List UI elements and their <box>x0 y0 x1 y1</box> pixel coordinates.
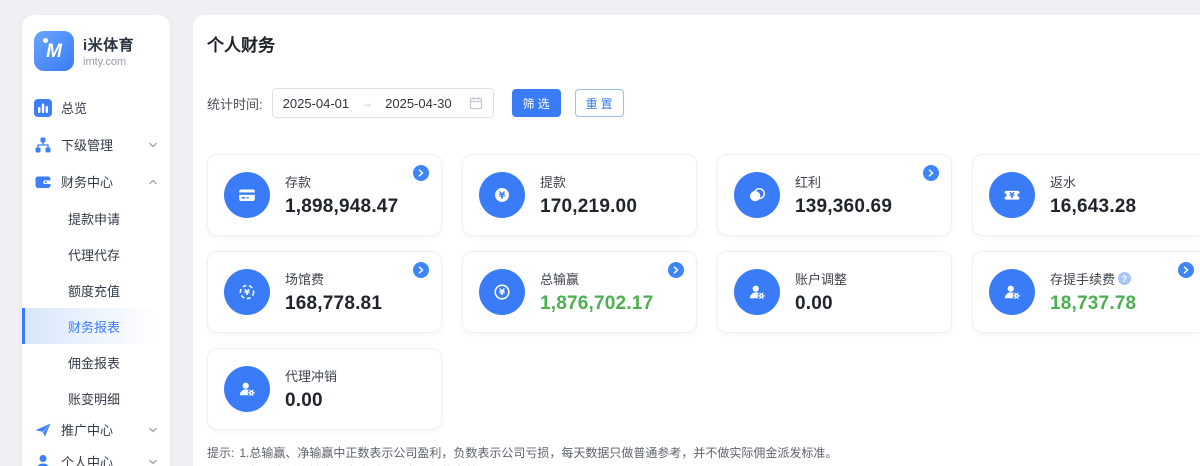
stat-card-venue-fee: ¥ 场馆费 168,778.81 <box>207 251 442 333</box>
start-date[interactable]: 2025-04-01 <box>283 96 350 111</box>
wallet-icon <box>34 173 52 191</box>
sidebar-subitem-4[interactable]: 佣金报表 <box>22 344 170 380</box>
ticket-icon: ¥ <box>989 172 1035 218</box>
brand-logo[interactable]: M i米体育 imty.com <box>22 15 170 81</box>
card-label: 提款 <box>540 172 637 191</box>
sidebar-item-label: 个人中心 <box>61 452 113 466</box>
card-label: 返水 <box>1050 172 1136 191</box>
coin-yen-icon: ¥ <box>479 269 525 315</box>
filter-bar: 统计时间: 2025-04-01 → 2025-04-30 筛选 重置 <box>207 88 1200 118</box>
chevron-down-icon <box>148 457 158 466</box>
card-label: 红利 <box>795 172 892 191</box>
chevron-right-icon[interactable] <box>413 165 429 181</box>
yen-circle-icon: ¥ <box>479 172 525 218</box>
card-value: 139,360.69 <box>795 196 892 218</box>
brand-domain: imty.com <box>83 56 134 68</box>
brand-name: i米体育 <box>83 34 134 55</box>
chevron-down-icon <box>148 140 158 150</box>
stat-card-withdrawal: ¥ 提款 170,219.00 <box>462 154 697 236</box>
stat-card-account-adjustment: 账户调整 0.00 <box>717 251 952 333</box>
tips-lines: 1.总输赢、净输赢中正数表示公司盈利，负数表示公司亏损，每天数据只做普通参考，并… <box>239 444 861 466</box>
sidebar-nav: 总览 下级管理 财务中心 提款申请代理代存额度充值财务报表佣金报表账变明细 <box>22 89 170 466</box>
sidebar-subitem-1[interactable]: 代理代存 <box>22 236 170 272</box>
card-label: 代理冲销 <box>285 366 337 385</box>
sidebar-item-label: 下级管理 <box>61 135 113 154</box>
user-gear-icon <box>734 269 780 315</box>
sidebar-item-label: 财务中心 <box>61 172 113 191</box>
tips: 提示: 1.总输赢、净输赢中正数表示公司盈利，负数表示公司亏损，每天数据只做普通… <box>207 444 1200 466</box>
svg-text:¥: ¥ <box>499 190 506 201</box>
coins-icon <box>734 172 780 218</box>
card-value: 168,778.81 <box>285 293 382 315</box>
card-value: 0.00 <box>795 293 847 315</box>
bar-chart-icon <box>34 99 52 117</box>
chevron-up-icon <box>148 177 158 187</box>
sidebar: M i米体育 imty.com 总览 下级管理 财务中心 <box>22 15 170 466</box>
help-icon[interactable]: ? <box>1118 272 1131 285</box>
chevron-right-icon[interactable] <box>923 165 939 181</box>
stat-card-bonus: 红利 139,360.69 <box>717 154 952 236</box>
bank-card-icon <box>224 172 270 218</box>
stat-card-rebate: ¥ 返水 16,643.28 <box>972 154 1200 236</box>
brand-logo-icon: M <box>34 31 74 71</box>
calendar-icon <box>469 96 483 110</box>
stat-cards: 存款 1,898,948.47 ¥ 提款 170,219.00 红利 139,360.69 ¥… <box>207 154 1200 430</box>
sidebar-item-subordinate[interactable]: 下级管理 <box>22 126 170 163</box>
sidebar-subitem-2[interactable]: 额度充值 <box>22 272 170 308</box>
card-value: 0.00 <box>285 390 337 412</box>
filter-label: 统计时间: <box>207 94 263 113</box>
tip-line: 1.总输赢、净输赢中正数表示公司盈利，负数表示公司亏损，每天数据只做普通参考，并… <box>239 444 861 463</box>
chevron-down-icon <box>148 425 158 435</box>
paper-plane-icon <box>34 421 52 439</box>
reset-button[interactable]: 重置 <box>575 89 624 117</box>
main-content: 个人财务 统计时间: 2025-04-01 → 2025-04-30 筛选 重置… <box>193 15 1200 466</box>
date-range-input[interactable]: 2025-04-01 → 2025-04-30 <box>272 88 494 118</box>
sidebar-item-overview[interactable]: 总览 <box>22 89 170 126</box>
sitemap-icon <box>34 136 52 154</box>
card-label: 场馆费 <box>285 269 382 288</box>
range-arrow-icon: → <box>361 96 373 110</box>
end-date[interactable]: 2025-04-30 <box>385 96 452 111</box>
page-title: 个人财务 <box>207 31 1200 56</box>
sidebar-subitem-0[interactable]: 提款申请 <box>22 200 170 236</box>
svg-text:¥: ¥ <box>499 288 505 298</box>
card-label: 账户调整 <box>795 269 847 288</box>
card-value: 16,643.28 <box>1050 196 1136 218</box>
sidebar-item-personal[interactable]: 个人中心 <box>22 443 170 466</box>
card-value: 1,898,948.47 <box>285 196 398 218</box>
chevron-right-icon[interactable] <box>668 262 684 278</box>
sidebar-item-finance[interactable]: 财务中心 <box>22 163 170 200</box>
chevron-right-icon[interactable] <box>413 262 429 278</box>
chevron-right-icon[interactable] <box>1178 262 1194 278</box>
sidebar-item-label: 推广中心 <box>61 420 113 439</box>
sidebar-subitem-3[interactable]: 财务报表 <box>22 308 170 344</box>
finance-submenu: 提款申请代理代存额度充值财务报表佣金报表账变明细 <box>22 200 170 416</box>
stat-card-deposit: 存款 1,898,948.47 <box>207 154 442 236</box>
svg-text:¥: ¥ <box>1009 191 1015 200</box>
card-value: 1,876,702.17 <box>540 293 653 315</box>
stat-card-total-winloss: ¥ 总输赢 1,876,702.17 <box>462 251 697 333</box>
card-label: 总输赢 <box>540 269 653 288</box>
filter-button[interactable]: 筛选 <box>512 89 561 117</box>
tips-label: 提示: <box>207 444 234 466</box>
stat-card-agent-writeoff: 代理冲销 0.00 <box>207 348 442 430</box>
card-label: 存提手续费? <box>1050 269 1136 288</box>
svg-text:¥: ¥ <box>244 287 250 297</box>
card-label: 存款 <box>285 172 398 191</box>
card-value: 170,219.00 <box>540 196 637 218</box>
sidebar-item-label: 总览 <box>61 98 87 117</box>
card-value: 18,737.78 <box>1050 293 1136 315</box>
user-gear-icon <box>989 269 1035 315</box>
fee-coin-icon: ¥ <box>224 269 270 315</box>
person-icon <box>34 453 52 466</box>
stat-card-handling-fee: 存提手续费? 18,737.78 <box>972 251 1200 333</box>
user-gear-icon <box>224 366 270 412</box>
